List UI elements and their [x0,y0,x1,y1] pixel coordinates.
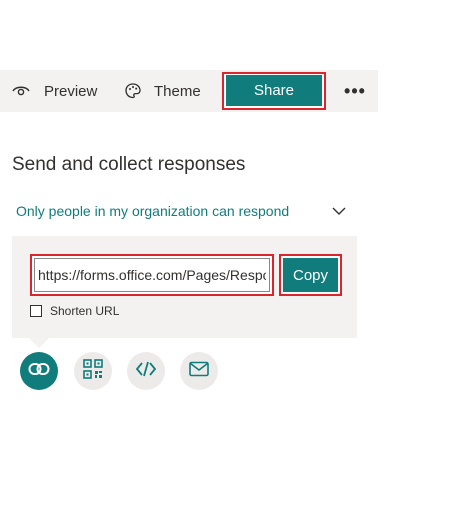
embed-code-icon [135,360,157,383]
mail-icon [189,361,209,382]
preview-button[interactable]: Preview [12,70,97,112]
palette-icon [124,82,142,100]
audience-dropdown-value: Only people in my organization can respo… [16,203,290,219]
share-email-button[interactable] [180,352,218,390]
audience-dropdown[interactable]: Only people in my organization can respo… [16,198,352,224]
share-link-button[interactable] [20,352,58,390]
preview-label: Preview [44,82,98,100]
shorten-url-checkbox[interactable] [30,305,42,317]
share-button[interactable]: Share [226,75,322,106]
link-icon [28,362,50,381]
active-option-pointer [29,338,49,348]
qr-code-icon [83,358,103,384]
share-qr-button[interactable] [74,352,112,390]
share-embed-button[interactable] [127,352,165,390]
shorten-url-label: Shorten URL [50,304,120,318]
theme-button[interactable]: Theme [124,70,201,112]
panel-heading: Send and collect responses [12,154,246,175]
more-options-button[interactable]: ••• [338,74,372,108]
shorten-url-option[interactable]: Shorten URL [30,304,119,318]
eye-icon [12,84,30,98]
copy-button[interactable]: Copy [283,258,338,292]
share-url-input[interactable] [34,258,270,292]
chevron-down-icon [332,203,346,221]
theme-label: Theme [154,82,201,100]
